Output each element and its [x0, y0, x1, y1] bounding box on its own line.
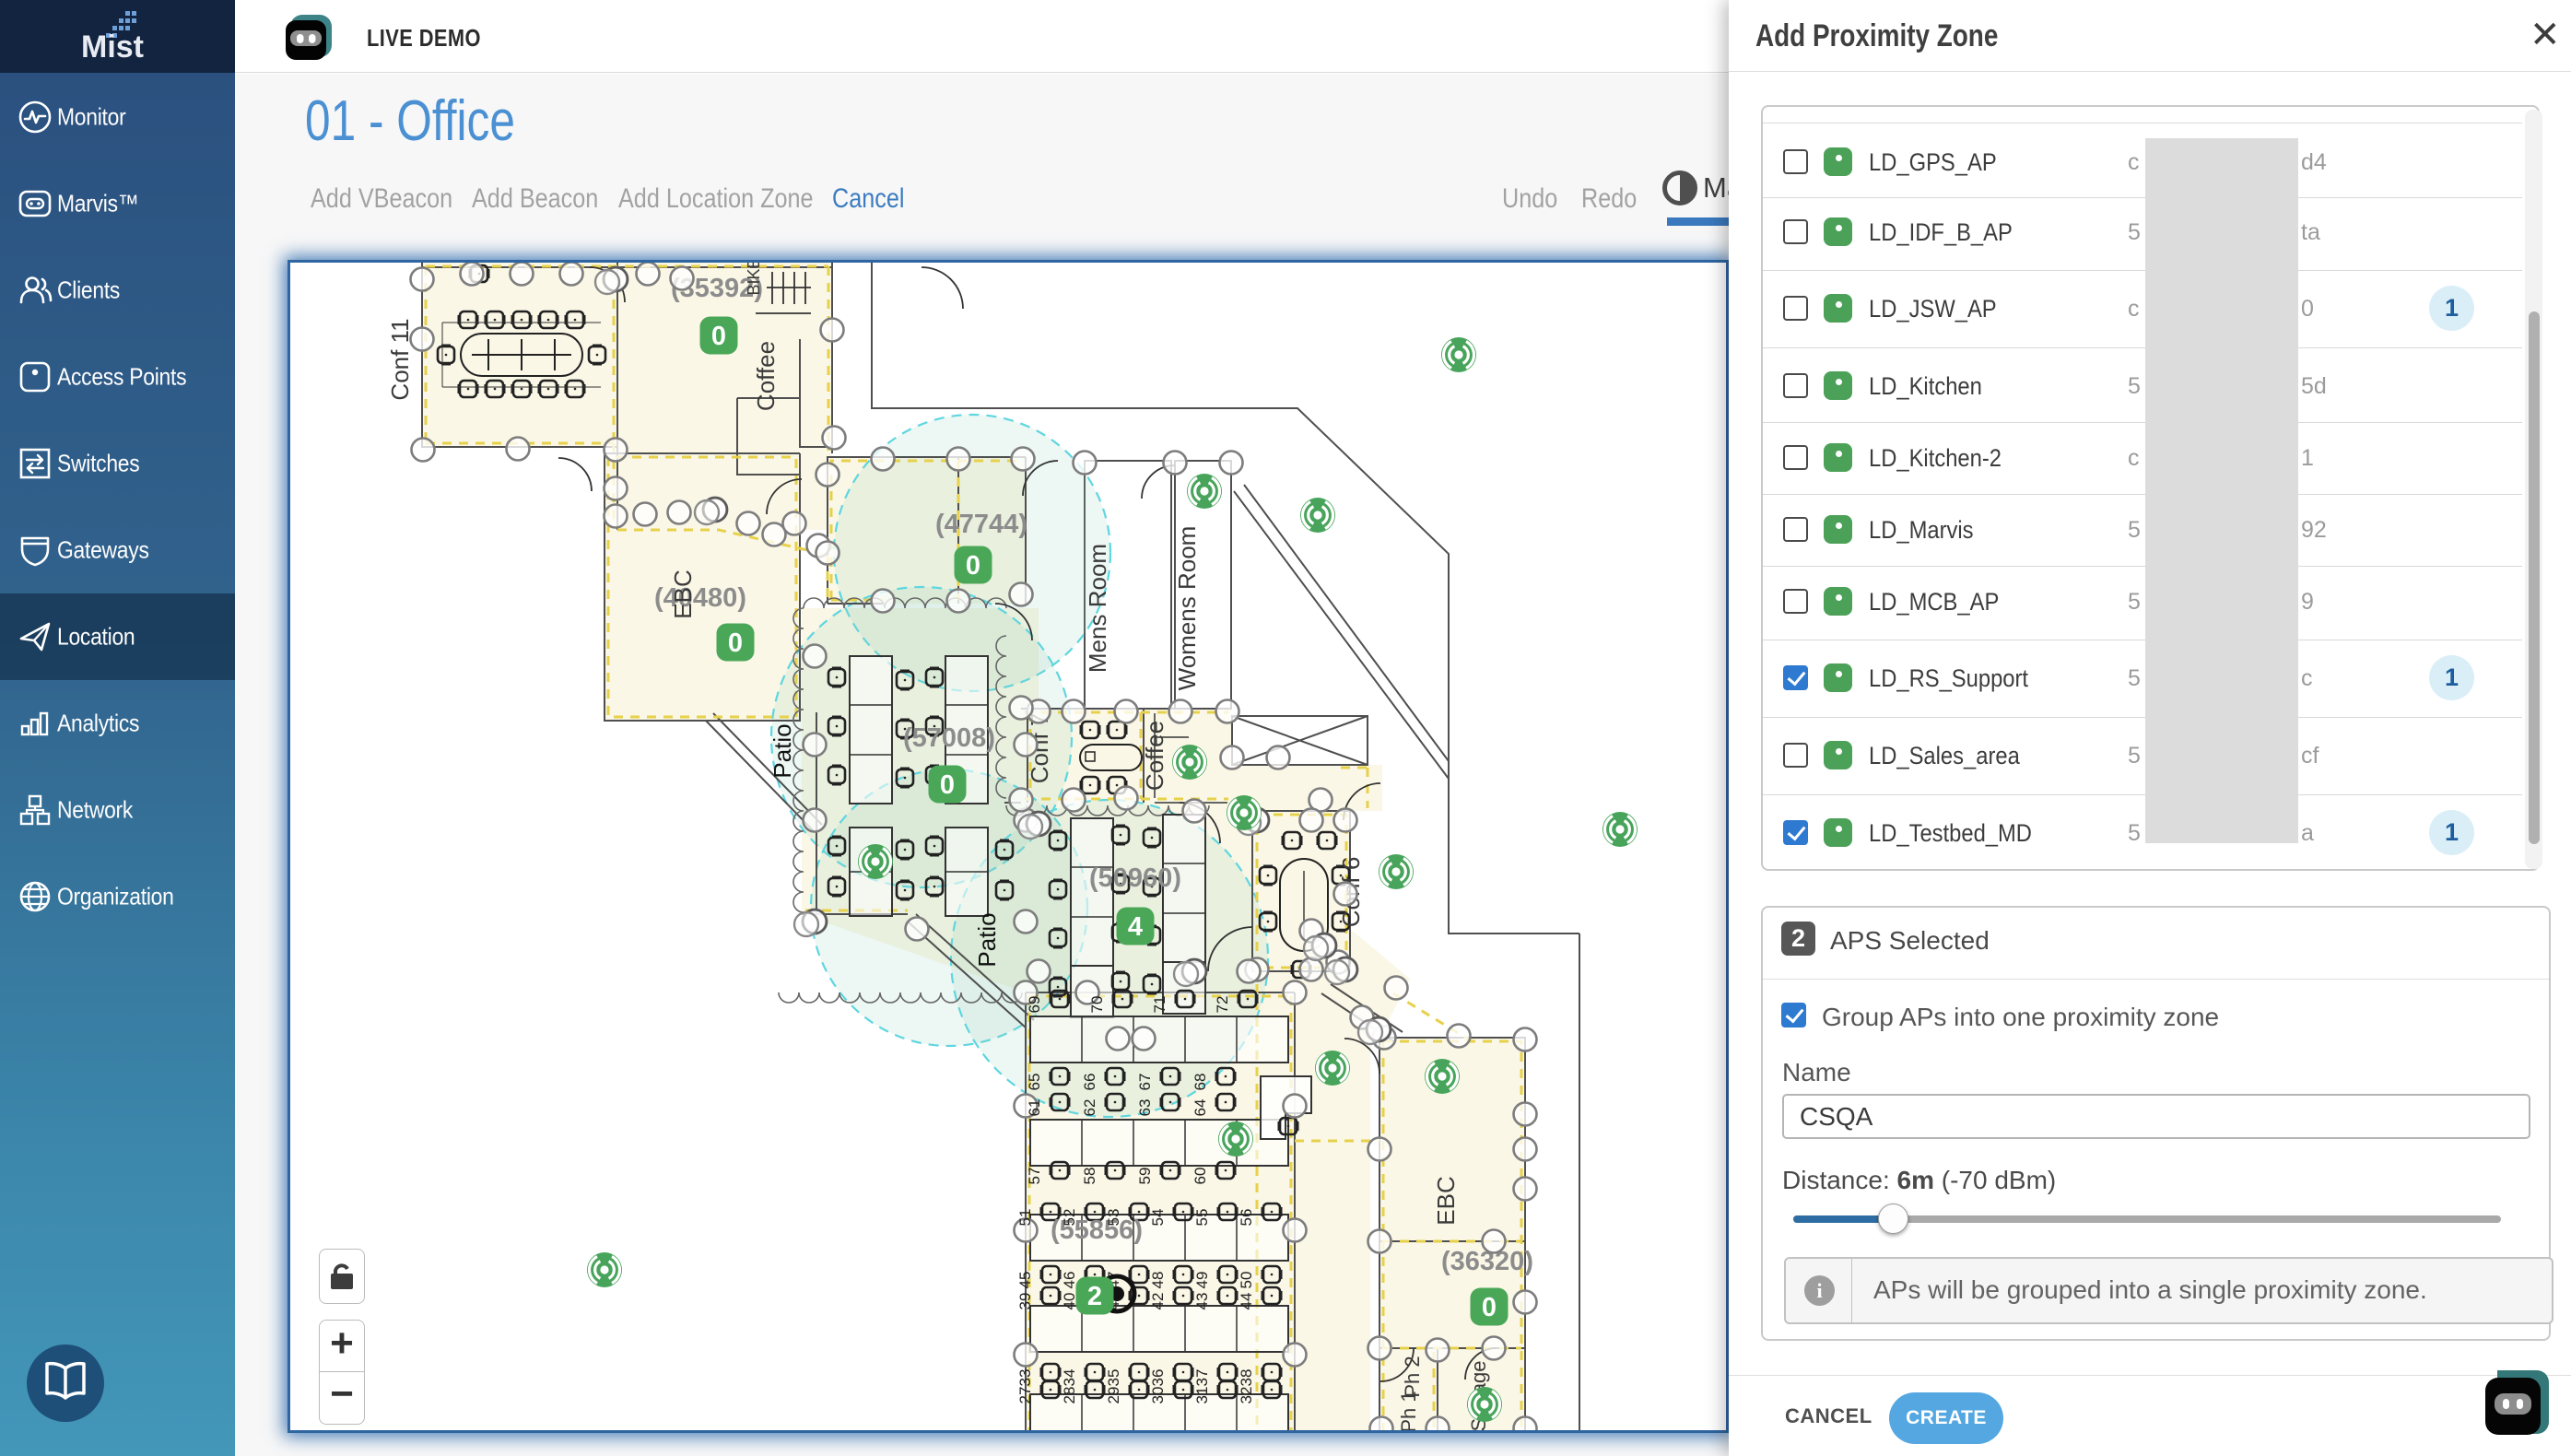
svg-text:51: 51 — [1016, 1209, 1034, 1227]
svg-text:64: 64 — [1192, 1099, 1209, 1117]
svg-text:43: 43 — [1193, 1293, 1211, 1310]
svg-text:40: 40 — [1061, 1293, 1078, 1310]
svg-text:Coffee: Coffee — [1141, 721, 1168, 791]
svg-text:56: 56 — [1238, 1209, 1255, 1227]
svg-text:69: 69 — [1026, 996, 1043, 1014]
svg-text:29: 29 — [1105, 1387, 1122, 1404]
svg-text:0: 0 — [1482, 1293, 1497, 1322]
svg-text:38: 38 — [1238, 1369, 1255, 1387]
svg-text:2: 2 — [1087, 1282, 1102, 1311]
svg-text:34: 34 — [1061, 1369, 1078, 1387]
svg-text:Conf 11: Conf 11 — [386, 318, 414, 400]
svg-text:30: 30 — [1149, 1387, 1167, 1404]
svg-text:0: 0 — [728, 628, 743, 658]
svg-text:45: 45 — [1016, 1272, 1034, 1289]
svg-text:60: 60 — [1192, 1168, 1209, 1185]
svg-text:0: 0 — [966, 551, 980, 581]
svg-text:42: 42 — [1149, 1293, 1167, 1310]
svg-text:Womens Room: Womens Room — [1173, 526, 1201, 691]
svg-text:53: 53 — [1105, 1209, 1122, 1227]
svg-text:33: 33 — [1016, 1369, 1034, 1387]
svg-text:Coffee: Coffee — [752, 341, 780, 411]
svg-text:0: 0 — [940, 770, 955, 800]
svg-text:72: 72 — [1214, 996, 1231, 1014]
svg-text:4: 4 — [1128, 912, 1143, 942]
svg-text:27: 27 — [1016, 1387, 1034, 1404]
svg-text:(57008): (57008) — [903, 723, 995, 753]
svg-text:54: 54 — [1149, 1209, 1167, 1227]
svg-text:31: 31 — [1193, 1387, 1211, 1404]
svg-text:EBC: EBC — [1432, 1176, 1460, 1225]
svg-text:35: 35 — [1105, 1369, 1122, 1387]
svg-text:62: 62 — [1081, 1099, 1098, 1117]
svg-text:70: 70 — [1088, 996, 1106, 1014]
svg-text:32: 32 — [1238, 1387, 1255, 1404]
svg-text:(50960): (50960) — [1089, 863, 1181, 893]
svg-text:Mens Room: Mens Room — [1084, 544, 1111, 673]
svg-text:49: 49 — [1193, 1272, 1211, 1289]
svg-text:(47744): (47744) — [935, 510, 1027, 539]
svg-text:28: 28 — [1061, 1387, 1078, 1404]
svg-text:44: 44 — [1238, 1293, 1255, 1310]
svg-text:Patio: Patio — [973, 912, 1001, 967]
svg-text:0: 0 — [711, 322, 726, 351]
svg-text:71: 71 — [1151, 996, 1168, 1014]
svg-text:52: 52 — [1061, 1209, 1078, 1227]
svg-text:48: 48 — [1149, 1272, 1167, 1289]
svg-text:57: 57 — [1026, 1168, 1043, 1185]
svg-text:EBC: EBC — [669, 569, 697, 618]
svg-text:58: 58 — [1081, 1168, 1098, 1185]
svg-text:67: 67 — [1136, 1074, 1154, 1091]
svg-text:65: 65 — [1026, 1074, 1043, 1091]
svg-text:61: 61 — [1026, 1099, 1043, 1117]
svg-text:Mist: Mist — [81, 29, 144, 65]
svg-text:59: 59 — [1136, 1168, 1154, 1185]
svg-text:50: 50 — [1238, 1272, 1255, 1289]
svg-text:68: 68 — [1192, 1074, 1209, 1091]
svg-text:55: 55 — [1193, 1209, 1211, 1227]
svg-text:46: 46 — [1061, 1272, 1078, 1289]
svg-text:66: 66 — [1081, 1074, 1098, 1091]
svg-text:BIKE: BIKE — [745, 263, 763, 296]
svg-text:36: 36 — [1149, 1369, 1167, 1387]
svg-text:37: 37 — [1193, 1369, 1211, 1387]
svg-text:Ph 2: Ph 2 — [1401, 1356, 1424, 1397]
svg-text:63: 63 — [1136, 1099, 1154, 1117]
svg-text:(40480): (40480) — [654, 583, 746, 613]
svg-text:39: 39 — [1016, 1293, 1034, 1310]
svg-text:Patio: Patio — [769, 723, 796, 778]
